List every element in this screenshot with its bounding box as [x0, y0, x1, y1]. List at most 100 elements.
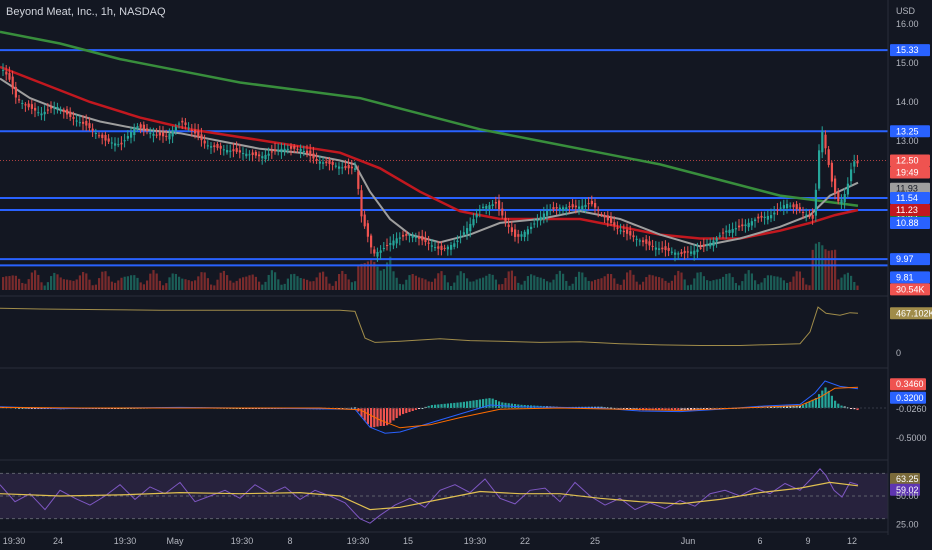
volume-bar: [107, 276, 110, 290]
volume-bar: [629, 270, 632, 290]
candle-body: [261, 156, 264, 159]
volume-bar: [805, 284, 808, 290]
volume-bar: [363, 263, 366, 290]
candle-body: [37, 112, 40, 114]
macd-histogram-bar: [498, 401, 501, 408]
volume-bar: [312, 281, 315, 290]
volume-bar: [101, 271, 104, 290]
candle-body: [702, 244, 705, 247]
macd-histogram-bar: [805, 403, 808, 408]
volume-bar: [389, 256, 392, 290]
candle-body: [11, 76, 14, 89]
candle-body: [386, 245, 389, 247]
candle-body: [802, 212, 805, 214]
volume-bar: [437, 273, 440, 290]
candle-body: [667, 247, 670, 251]
candle-body: [712, 240, 715, 246]
macd-histogram-bar: [469, 400, 472, 408]
candle-body: [533, 223, 536, 225]
volume-bar: [194, 280, 197, 290]
volume-bar: [715, 279, 718, 290]
macd-histogram-bar: [443, 403, 446, 408]
volume-bar: [411, 274, 414, 290]
macd-histogram-bar: [462, 401, 465, 408]
candle-body: [517, 234, 520, 237]
volume-bar: [424, 279, 427, 290]
volume-bar: [334, 281, 337, 290]
candle-body: [805, 214, 808, 216]
volume-bar: [341, 270, 344, 290]
candle-body: [856, 161, 859, 164]
volume-bar: [469, 281, 472, 290]
candle-body: [66, 109, 69, 115]
volume-bar: [277, 279, 280, 290]
volume-bar: [69, 280, 72, 290]
macd-histogram-bar: [376, 408, 379, 427]
moving-averages: [0, 30, 859, 248]
time-tick-label: 19:30: [464, 536, 487, 546]
candle-body: [808, 216, 811, 218]
candle-body: [568, 206, 571, 208]
candle-body: [613, 222, 616, 226]
volume-bar: [549, 282, 552, 290]
candle-body: [619, 230, 622, 232]
price-label-text: 10.88: [896, 218, 919, 228]
volume-bar: [162, 285, 165, 290]
volume-bar: [843, 274, 846, 290]
candle-body: [450, 245, 453, 250]
macd-histogram-bar: [405, 408, 408, 414]
volume-bar: [200, 272, 203, 290]
candle-body: [238, 150, 241, 153]
candle-body: [571, 204, 574, 208]
volume-bar: [11, 275, 14, 290]
candle-body: [203, 140, 206, 144]
candle-body: [226, 149, 229, 153]
volume-bar: [555, 274, 558, 290]
candle-body: [565, 207, 568, 210]
candle-body: [360, 190, 363, 217]
candle-body: [693, 250, 696, 255]
macd-histogram-bar: [818, 394, 821, 408]
volume-bar: [402, 284, 405, 290]
volume-bar: [770, 275, 773, 290]
candle-body: [763, 216, 766, 218]
time-tick-label: 19:30: [3, 536, 26, 546]
chart-canvas[interactable]: USD 16.00 15.00 14.00 13.00 15.33 13.25 12.50 19…: [0, 0, 932, 550]
volume-bar: [350, 282, 353, 290]
candle-body: [645, 239, 648, 244]
candle-body: [526, 229, 529, 235]
candle-body: [542, 213, 545, 220]
candle-body: [341, 167, 344, 169]
volume-bar: [155, 273, 158, 290]
candle-body: [616, 227, 619, 229]
volume-bar: [133, 275, 136, 290]
volume-bar: [613, 278, 616, 290]
macd-histogram-bar: [830, 395, 833, 408]
macd-histogram-bar: [366, 408, 369, 425]
volume-bar: [478, 278, 481, 290]
volume-bar: [72, 280, 75, 290]
macd-value-text: -0.0260: [896, 404, 927, 414]
candle-body: [142, 124, 145, 130]
volume-bar: [296, 276, 299, 290]
candle-body: [578, 206, 581, 209]
volume-bar: [318, 272, 321, 290]
volume-bar: [517, 282, 520, 290]
volume-bar: [619, 284, 622, 290]
time-tick-label: 8: [287, 536, 292, 546]
candle-body: [741, 224, 744, 227]
volume-bar: [738, 285, 741, 290]
candle-body: [94, 133, 97, 135]
time-tick-label: 6: [757, 536, 762, 546]
volume-bar: [766, 275, 769, 290]
candle-body: [594, 203, 597, 208]
candle-body: [248, 154, 251, 156]
candle-body: [424, 237, 427, 243]
candle-body: [722, 232, 725, 234]
candle-body: [78, 122, 81, 124]
volume-bar: [648, 274, 651, 290]
volume-bar: [293, 273, 296, 290]
volume-bar: [30, 272, 33, 290]
volume-bar: [494, 279, 497, 290]
candle-body: [5, 71, 8, 75]
